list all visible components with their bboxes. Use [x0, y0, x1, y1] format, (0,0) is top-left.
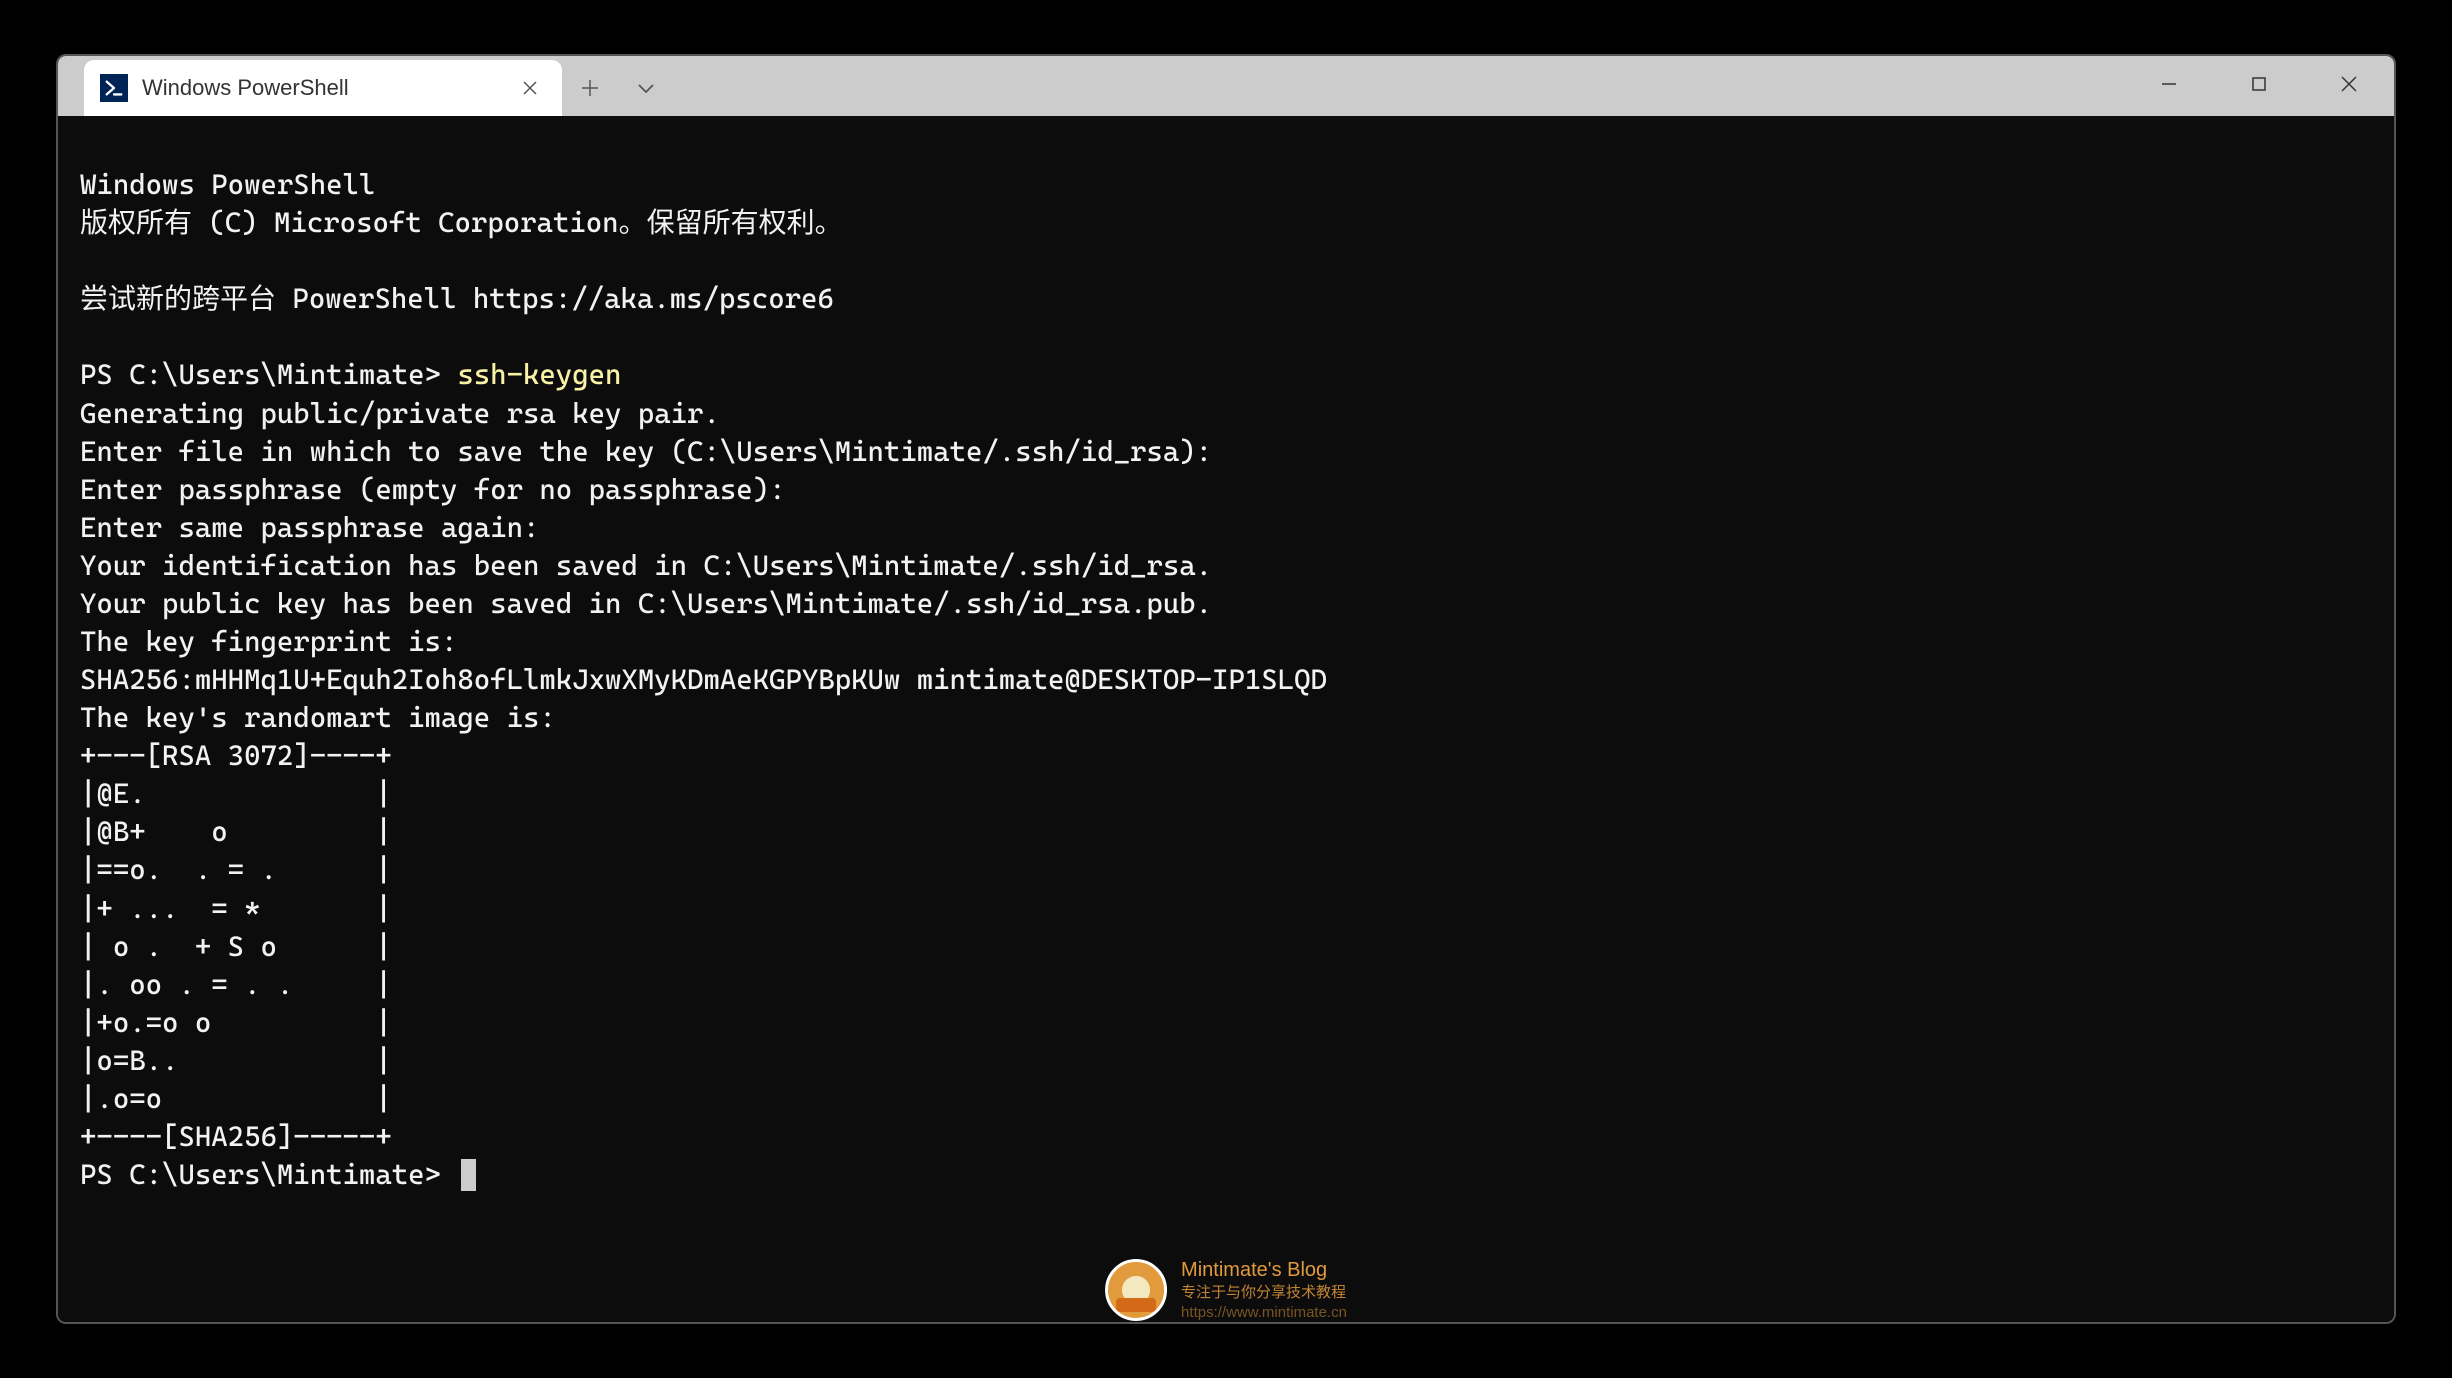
watermark-avatar-icon [1105, 1259, 1167, 1321]
watermark-text: Mintimate's Blog 专注于与你分享技术教程 https://www… [1181, 1257, 1347, 1322]
output-line: Your public key has been saved in C:\Use… [80, 587, 1212, 620]
output-line: |+ ... = * | [80, 892, 392, 925]
terminal-header-2: 版权所有 (C) Microsoft Corporation。保留所有权利。 [80, 206, 843, 239]
output-line: |o=B.. | [80, 1044, 392, 1077]
output-line: +----[SHA256]-----+ [80, 1120, 392, 1153]
terminal-header-3: 尝试新的跨平台 PowerShell https://aka.ms/pscore… [80, 282, 834, 315]
watermark-url: https://www.mintimate.cn [1181, 1303, 1347, 1323]
output-line: |. oo . = . . | [80, 968, 392, 1001]
output-line: Enter file in which to save the key (C:\… [80, 435, 1212, 468]
close-window-button[interactable] [2304, 56, 2394, 112]
prompt-prefix-1: PS C:\Users\Mintimate> [80, 358, 457, 391]
tab-title: Windows PowerShell [142, 75, 514, 101]
output-line: |@E. | [80, 777, 392, 810]
output-line: SHA256:mHHMq1U+Equh2Ioh8ofLlmkJxwXMyKDmA… [80, 663, 1327, 696]
prompt-command-1: ssh-keygen [457, 358, 621, 391]
terminal-window: Windows PowerShell [56, 54, 2396, 1324]
output-line: |.o=o | [80, 1082, 392, 1115]
output-line: Enter passphrase (empty for no passphras… [80, 473, 785, 506]
prompt-prefix-2: PS C:\Users\Mintimate> [80, 1158, 457, 1191]
maximize-button[interactable] [2214, 56, 2304, 112]
watermark: Mintimate's Blog 专注于与你分享技术教程 https://www… [1105, 1257, 1347, 1322]
terminal-header-1: Windows PowerShell [80, 168, 375, 201]
watermark-title: Mintimate's Blog [1181, 1257, 1347, 1283]
close-tab-icon[interactable] [514, 72, 546, 104]
output-line: The key's randomart image is: [80, 701, 556, 734]
titlebar: Windows PowerShell [58, 56, 2394, 116]
tab-dropdown-button[interactable] [618, 60, 674, 116]
new-tab-button[interactable] [562, 60, 618, 116]
watermark-subtitle: 专注于与你分享技术教程 [1181, 1283, 1347, 1303]
cursor [461, 1159, 476, 1191]
output-line: |==o. . = . | [80, 853, 392, 886]
output-line: |+o.=o o | [80, 1006, 392, 1039]
output-line: | o . + S o | [80, 930, 392, 963]
window-controls [2124, 56, 2394, 112]
output-line: +---[RSA 3072]----+ [80, 739, 392, 772]
tab-powershell[interactable]: Windows PowerShell [84, 60, 562, 116]
minimize-button[interactable] [2124, 56, 2214, 112]
output-line: Enter same passphrase again: [80, 511, 539, 544]
output-line: The key fingerprint is: [80, 625, 457, 658]
output-line: Generating public/private rsa key pair. [80, 397, 720, 430]
terminal-content[interactable]: Windows PowerShell 版权所有 (C) Microsoft Co… [58, 116, 2394, 1322]
output-line: |@B+ o | [80, 815, 392, 848]
output-line: Your identification has been saved in C:… [80, 549, 1212, 582]
powershell-icon [100, 74, 128, 102]
